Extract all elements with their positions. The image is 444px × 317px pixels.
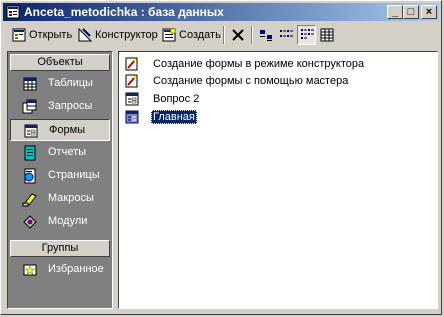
delete-button[interactable]	[229, 25, 247, 45]
groups-group-button[interactable]: Группы	[10, 240, 110, 257]
small-icons-button[interactable]	[277, 25, 295, 45]
sidebar-item-label: Макросы	[48, 192, 94, 204]
new-object-icon	[162, 28, 176, 42]
macro-icon	[22, 193, 37, 207]
sidebar-item-label: Модули	[48, 215, 88, 227]
close-button[interactable]: ×	[421, 5, 437, 19]
design-icon	[78, 27, 93, 42]
details-view-icon	[320, 28, 334, 42]
list-item-label: Главная	[151, 110, 197, 124]
toolbar-separator	[251, 26, 253, 44]
sidebar-item-label: Запросы	[48, 100, 93, 112]
objects-bar: Объекты Таблицы Запросы Формы Отчеты Стр…	[7, 51, 113, 309]
open-label: Открыть	[29, 29, 73, 41]
sidebar-item-reports[interactable]: Отчеты	[10, 142, 110, 164]
objects-group-button[interactable]: Объекты	[10, 54, 110, 71]
toolbar-separator	[223, 26, 225, 44]
small-icons-icon	[280, 30, 293, 37]
sidebar-item-label: Отчеты	[48, 146, 87, 158]
table-icon	[23, 77, 37, 91]
title-bar[interactable]: Anceta_metodichka : база данных _ □ ×	[3, 3, 439, 21]
database-window: Anceta_metodichka : база данных _ □ × От…	[0, 0, 442, 315]
sidebar-item-macros[interactable]: Макросы	[10, 188, 110, 210]
sidebar-item-modules[interactable]: Модули	[10, 211, 110, 233]
query-icon	[22, 99, 37, 114]
large-icons-button[interactable]	[257, 25, 275, 45]
sidebar-item-pages[interactable]: Страницы	[10, 165, 110, 187]
form-icon	[24, 124, 38, 138]
list-item[interactable]: Создание формы с помощью мастера	[125, 73, 350, 89]
list-item-label: Создание формы с помощью мастера	[153, 75, 349, 87]
sidebar-item-label: Избранное	[48, 263, 104, 275]
toolbar: Открыть Конструктор Создать	[3, 23, 439, 47]
maximize-button[interactable]: □	[403, 5, 419, 19]
create-label: Создать	[179, 29, 221, 41]
minimize-button[interactable]: _	[387, 5, 403, 19]
form-icon	[125, 92, 139, 106]
sidebar-item-queries[interactable]: Запросы	[10, 96, 110, 118]
sidebar-item-label: Страницы	[48, 169, 100, 181]
list-view-button[interactable]	[297, 25, 316, 45]
window-title: Anceta_metodichka : база данных	[24, 5, 224, 19]
list-item-label: Вопрос 2	[153, 93, 200, 105]
favorites-icon	[23, 264, 37, 276]
database-icon	[6, 5, 20, 19]
design-label: Конструктор	[95, 29, 158, 41]
objects-list: Создание формы в режиме конструктора Соз…	[118, 51, 438, 309]
page-icon	[24, 168, 36, 184]
wizard-icon	[125, 57, 138, 71]
design-button[interactable]: Конструктор	[77, 25, 158, 45]
module-icon	[23, 215, 37, 229]
details-view-button[interactable]	[318, 25, 336, 45]
list-item[interactable]: Главная	[125, 109, 197, 125]
list-item[interactable]: Создание формы в режиме конструктора	[125, 56, 366, 72]
list-item[interactable]: Вопрос 2	[125, 91, 201, 107]
create-button[interactable]: Создать	[161, 25, 221, 45]
sidebar-item-favorites[interactable]: Избранное	[10, 259, 110, 281]
report-icon	[24, 145, 36, 161]
list-view-icon	[300, 29, 314, 39]
large-icons-icon	[260, 30, 272, 41]
wizard-icon	[125, 74, 138, 88]
sidebar-item-forms[interactable]: Формы	[10, 119, 110, 141]
list-item-label: Создание формы в режиме конструктора	[153, 58, 365, 70]
open-icon	[12, 28, 26, 42]
sidebar-item-label: Формы	[49, 124, 86, 136]
open-button[interactable]: Открыть	[11, 25, 72, 45]
sidebar-item-label: Таблицы	[48, 77, 93, 89]
form-icon	[125, 110, 139, 124]
delete-icon	[232, 29, 244, 41]
sidebar-item-tables[interactable]: Таблицы	[10, 73, 110, 95]
